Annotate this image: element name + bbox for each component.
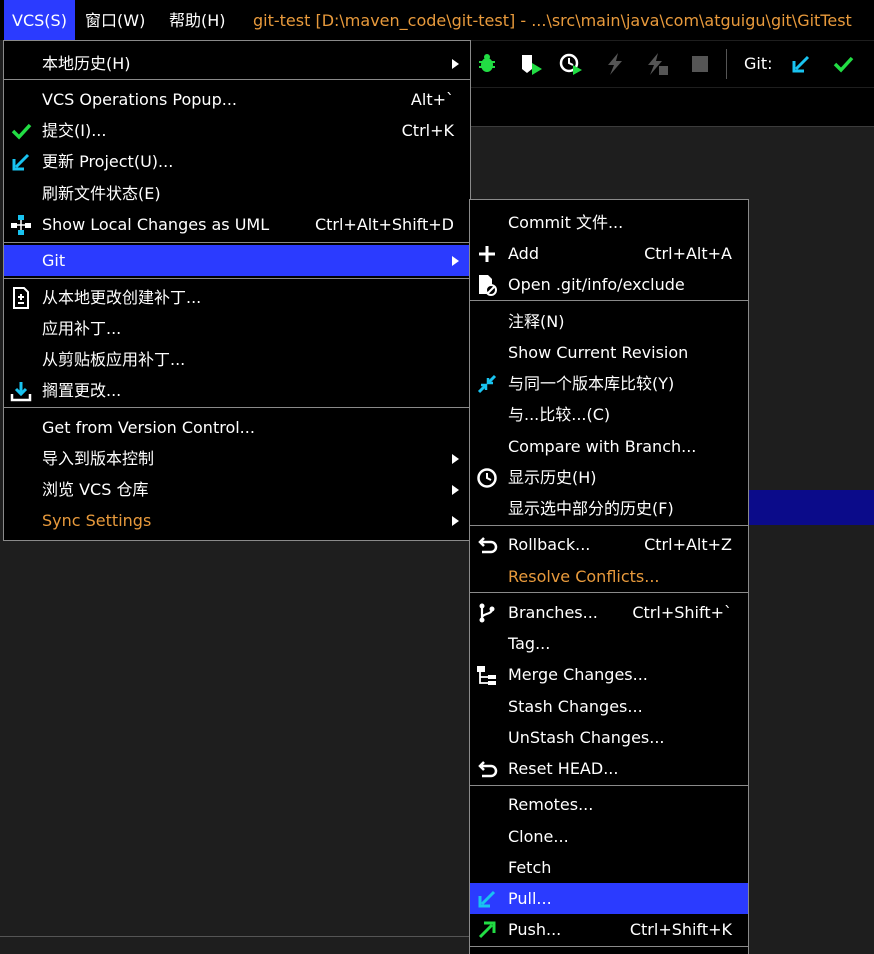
menu-item-stash-changes[interactable]: Stash Changes...: [470, 691, 748, 722]
check-icon: [10, 120, 32, 142]
menu-vcs[interactable]: VCS(S): [4, 0, 75, 40]
menu-item-show-selection-history[interactable]: 显示选中部分的历史(F): [470, 493, 748, 524]
compare-icon: [476, 373, 498, 395]
menu-item-open-exclude[interactable]: Open .git/info/exclude: [470, 269, 748, 300]
menu-item-refresh-status[interactable]: 刷新文件状态(E): [4, 178, 470, 209]
toolbar: Git:: [470, 41, 874, 87]
menu-item-resolve-conflicts[interactable]: Resolve Conflicts...: [470, 561, 748, 592]
pull-arrow-icon: [476, 888, 498, 910]
editor-tabs: [470, 88, 874, 127]
menu-item-merge-changes[interactable]: Merge Changes...: [470, 659, 748, 690]
menu-item-fetch[interactable]: Fetch: [470, 852, 748, 883]
status-divider: [0, 936, 470, 937]
menu-item-compare-with-branch[interactable]: Compare with Branch...: [470, 431, 748, 462]
window-title: git-test [D:\maven_code\git-test] - ...\…: [253, 11, 852, 30]
rollback-icon: [476, 534, 498, 556]
menu-separator: [470, 785, 748, 786]
submenu-arrow-icon: [452, 59, 459, 69]
menu-item-apply-patch[interactable]: 应用补丁...: [4, 313, 470, 344]
branch-icon: [476, 602, 498, 624]
menu-bar: VCS(S) 窗口(W) 帮助(H) git-test [D:\maven_co…: [0, 0, 874, 40]
lightning-icon: [600, 49, 630, 79]
menu-separator: [470, 592, 748, 593]
git-submenu: Commit 文件... Add Ctrl+Alt+A Open .git/in…: [469, 199, 749, 954]
uml-icon: [10, 214, 32, 236]
lightning-grid-icon: [642, 49, 672, 79]
menu-item-import-vcs[interactable]: 导入到版本控制: [4, 443, 470, 474]
menu-item-pull[interactable]: Pull...: [470, 883, 748, 914]
git-label: Git:: [744, 54, 773, 73]
patch-icon: [10, 287, 32, 309]
submenu-arrow-icon: [452, 485, 459, 495]
menu-item-annotate[interactable]: 注释(N): [470, 306, 748, 337]
shelve-icon: [10, 380, 32, 402]
menu-item-tag[interactable]: Tag...: [470, 628, 748, 659]
menu-item-show-current-revision[interactable]: Show Current Revision: [470, 337, 748, 368]
menu-item-commit-file[interactable]: Commit 文件...: [470, 207, 748, 238]
menu-item-git[interactable]: Git: [4, 245, 470, 276]
menu-separator: [4, 79, 470, 80]
menu-item-apply-clipboard-patch[interactable]: 从剪贴板应用补丁...: [4, 344, 470, 375]
menu-item-get-from-vcs[interactable]: Get from Version Control...: [4, 412, 470, 443]
stop-icon: [685, 49, 715, 79]
update-arrow-icon: [10, 151, 32, 173]
coverage-run-icon[interactable]: [516, 49, 546, 79]
menu-item-clone[interactable]: Clone...: [470, 821, 748, 852]
menu-separator: [470, 525, 748, 526]
menu-item-vcs-popup[interactable]: VCS Operations Popup... Alt+`: [4, 84, 470, 115]
menu-item-local-history[interactable]: 本地历史(H): [4, 48, 470, 79]
exclude-file-icon: [476, 274, 498, 296]
profiler-run-icon[interactable]: [556, 49, 586, 79]
submenu-arrow-icon: [452, 516, 459, 526]
menu-separator: [4, 278, 470, 279]
menu-item-update-project[interactable]: 更新 Project(U)...: [4, 146, 470, 177]
menu-item-show-uml[interactable]: Show Local Changes as UML Ctrl+Alt+Shift…: [4, 209, 470, 240]
menu-separator: [4, 407, 470, 408]
reset-icon: [476, 758, 498, 780]
plus-icon: [476, 243, 498, 265]
history-clock-icon: [476, 467, 498, 489]
bug-icon[interactable]: [472, 49, 502, 79]
menu-item-compare-same-repo[interactable]: 与同一个版本库比较(Y): [470, 368, 748, 399]
menu-item-commit[interactable]: 提交(I)... Ctrl+K: [4, 115, 470, 146]
menu-item-browse-vcs[interactable]: 浏览 VCS 仓库: [4, 474, 470, 505]
menu-item-show-history[interactable]: 显示历史(H): [470, 462, 748, 493]
menu-separator: [470, 946, 748, 947]
menu-item-remotes[interactable]: Remotes...: [470, 789, 748, 820]
menu-item-reset-head[interactable]: Reset HEAD...: [470, 753, 748, 784]
menu-item-push[interactable]: Push... Ctrl+Shift+K: [470, 914, 748, 945]
menu-item-shelve[interactable]: 搁置更改...: [4, 375, 470, 406]
menu-item-compare-with[interactable]: 与...比较...(C): [470, 399, 748, 430]
menu-item-create-patch[interactable]: 从本地更改创建补丁...: [4, 282, 470, 313]
push-arrow-icon: [476, 919, 498, 941]
menu-separator: [470, 300, 748, 301]
menu-item-unstash-changes[interactable]: UnStash Changes...: [470, 722, 748, 753]
selected-line: [748, 490, 874, 525]
submenu-arrow-icon: [452, 454, 459, 464]
submenu-arrow-icon: [452, 256, 459, 266]
menu-item-add[interactable]: Add Ctrl+Alt+A: [470, 238, 748, 269]
git-commit-icon[interactable]: [828, 49, 858, 79]
toolbar-separator: [726, 49, 727, 79]
menu-item-rollback[interactable]: Rollback... Ctrl+Alt+Z: [470, 529, 748, 560]
menu-help[interactable]: 帮助(H): [169, 0, 226, 40]
menu-item-sync-settings[interactable]: Sync Settings: [4, 505, 470, 536]
menu-window[interactable]: 窗口(W): [85, 0, 145, 40]
vcs-menu: 本地历史(H) VCS Operations Popup... Alt+` 提交…: [3, 40, 471, 541]
merge-icon: [476, 664, 498, 686]
menu-separator: [4, 242, 470, 243]
git-update-icon[interactable]: [786, 49, 816, 79]
menu-item-branches[interactable]: Branches... Ctrl+Shift+`: [470, 597, 748, 628]
